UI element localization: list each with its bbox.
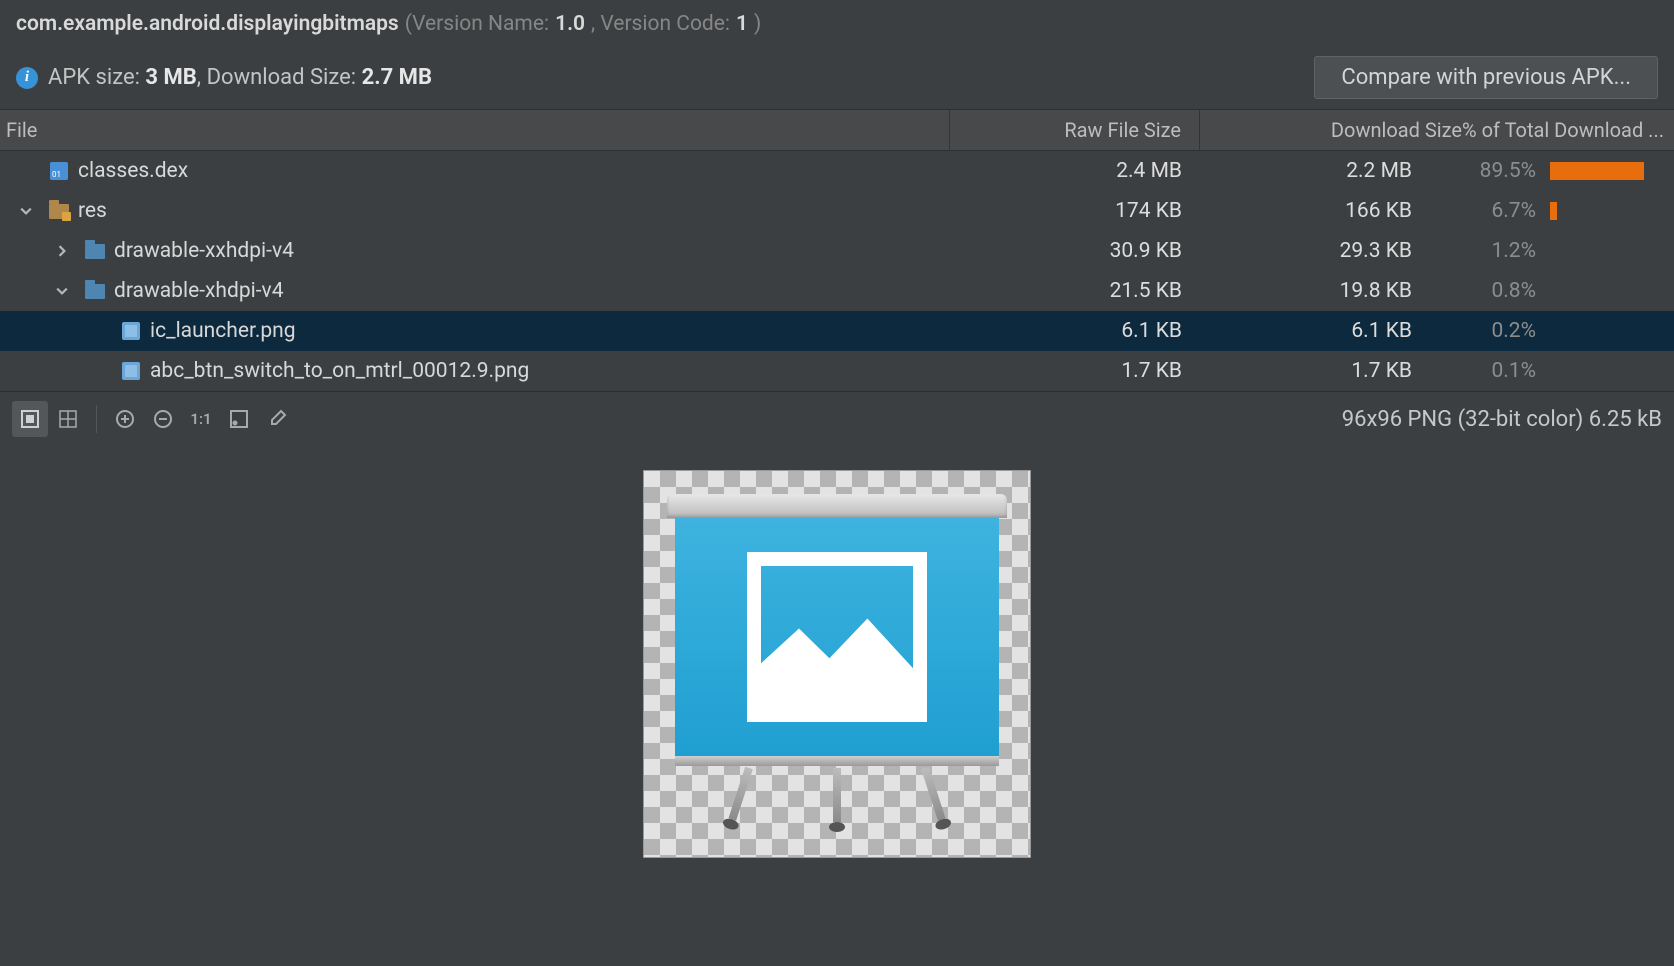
raw-size: 174 KB bbox=[950, 199, 1200, 223]
dl-size-value: 2.7 MB bbox=[362, 65, 432, 90]
percent-bar bbox=[1550, 202, 1670, 220]
file-name: classes.dex bbox=[78, 159, 188, 183]
grid-button[interactable] bbox=[50, 401, 86, 437]
file-name: drawable-xxhdpi-v4 bbox=[114, 239, 294, 263]
toolbar-separator bbox=[96, 405, 97, 433]
expand-arrow-icon[interactable] bbox=[56, 245, 84, 257]
raw-size: 30.9 KB bbox=[950, 239, 1200, 263]
raw-size: 6.1 KB bbox=[950, 319, 1200, 343]
table-row[interactable]: ic_launcher.png6.1 KB6.1 KB0.2% bbox=[0, 311, 1674, 351]
file-table-header: File Raw File Size Download Size% of Tot… bbox=[0, 109, 1674, 151]
file-name: res bbox=[78, 199, 107, 223]
percent-of-total: 6.7% bbox=[1430, 199, 1550, 223]
download-size: 6.1 KB bbox=[1200, 319, 1430, 343]
apk-header: com.example.android.displayingbitmaps (V… bbox=[0, 0, 1674, 109]
app-id: com.example.android.displayingbitmaps bbox=[16, 12, 399, 36]
percent-of-total: 0.1% bbox=[1430, 359, 1550, 383]
table-row[interactable]: drawable-xhdpi-v4 21.5 KB19.8 KB0.8% bbox=[0, 271, 1674, 311]
percent-of-total: 0.2% bbox=[1430, 319, 1550, 343]
compare-apk-button[interactable]: Compare with previous APK... bbox=[1314, 56, 1658, 99]
table-row[interactable]: abc_btn_switch_to_on_mtrl_00012.9.png 1.7… bbox=[0, 351, 1674, 391]
percent-of-total: 89.5% bbox=[1430, 159, 1550, 183]
image-info-text: 96x96 PNG (32-bit color) 6.25 kB bbox=[1342, 407, 1662, 432]
download-size: 1.7 KB bbox=[1200, 359, 1430, 383]
file-type-icon bbox=[48, 200, 70, 222]
percent-of-total: 0.8% bbox=[1430, 279, 1550, 303]
zoom-out-button[interactable] bbox=[145, 401, 181, 437]
download-size: 166 KB bbox=[1200, 199, 1430, 223]
percent-bar bbox=[1550, 162, 1670, 180]
col-header-raw[interactable]: Raw File Size bbox=[950, 110, 1200, 150]
file-type-icon bbox=[48, 160, 70, 182]
version-code-label: , Version Code: bbox=[591, 12, 730, 36]
expand-arrow-icon[interactable] bbox=[56, 285, 84, 297]
color-picker-button[interactable] bbox=[259, 401, 295, 437]
file-name: ic_launcher.png bbox=[150, 319, 296, 343]
raw-size: 1.7 KB bbox=[950, 359, 1200, 383]
table-row[interactable]: drawable-xxhdpi-v4 30.9 KB29.3 KB1.2% bbox=[0, 231, 1674, 271]
apk-title-row: com.example.android.displayingbitmaps (V… bbox=[16, 12, 1658, 36]
file-type-icon bbox=[84, 240, 106, 262]
version-name-label: (Version Name: bbox=[405, 12, 549, 36]
info-icon: i bbox=[16, 67, 38, 89]
file-type-icon bbox=[84, 280, 106, 302]
preview-toolbar: 1:1 96x96 PNG (32-bit color) 6.25 kB bbox=[0, 392, 1674, 446]
file-name: drawable-xhdpi-v4 bbox=[114, 279, 284, 303]
table-row[interactable]: res 174 KB166 KB6.7% bbox=[0, 191, 1674, 231]
file-table-body: classes.dex 2.4 MB2.2 MB89.5% res 174 KB166… bbox=[0, 151, 1674, 391]
transparency-background bbox=[643, 470, 1031, 858]
file-name: abc_btn_switch_to_on_mtrl_00012.9.png bbox=[150, 359, 529, 383]
raw-size: 2.4 MB bbox=[950, 159, 1200, 183]
table-row[interactable]: classes.dex 2.4 MB2.2 MB89.5% bbox=[0, 151, 1674, 191]
version-close: ) bbox=[754, 12, 761, 36]
col-header-file[interactable]: File bbox=[0, 110, 950, 150]
expand-arrow-icon[interactable] bbox=[20, 205, 48, 217]
version-code: 1 bbox=[736, 12, 748, 36]
apk-size-info: i APK size: 3 MB , Download Size: 2.7 MB bbox=[16, 65, 432, 90]
file-type-icon bbox=[120, 360, 142, 382]
dl-size-label: , Download Size: bbox=[197, 65, 356, 90]
apk-size-label: APK size: bbox=[48, 65, 140, 90]
download-size: 29.3 KB bbox=[1200, 239, 1430, 263]
preview-pane: 1:1 96x96 PNG (32-bit color) 6.25 kB bbox=[0, 391, 1674, 966]
percent-of-total: 1.2% bbox=[1430, 239, 1550, 263]
actual-size-button[interactable]: 1:1 bbox=[183, 401, 219, 437]
raw-size: 21.5 KB bbox=[950, 279, 1200, 303]
download-size: 2.2 MB bbox=[1200, 159, 1430, 183]
download-size: 19.8 KB bbox=[1200, 279, 1430, 303]
zoom-in-button[interactable] bbox=[107, 401, 143, 437]
fit-zoom-button[interactable] bbox=[12, 401, 48, 437]
col-header-dl[interactable]: Download Size% of Total Download ... bbox=[1200, 110, 1674, 150]
launcher-icon-preview bbox=[667, 494, 1007, 834]
file-type-icon bbox=[120, 320, 142, 342]
preview-canvas[interactable] bbox=[0, 446, 1674, 966]
bounds-button[interactable] bbox=[221, 401, 257, 437]
version-name: 1.0 bbox=[555, 12, 585, 36]
apk-size-value: 3 MB bbox=[145, 65, 196, 90]
